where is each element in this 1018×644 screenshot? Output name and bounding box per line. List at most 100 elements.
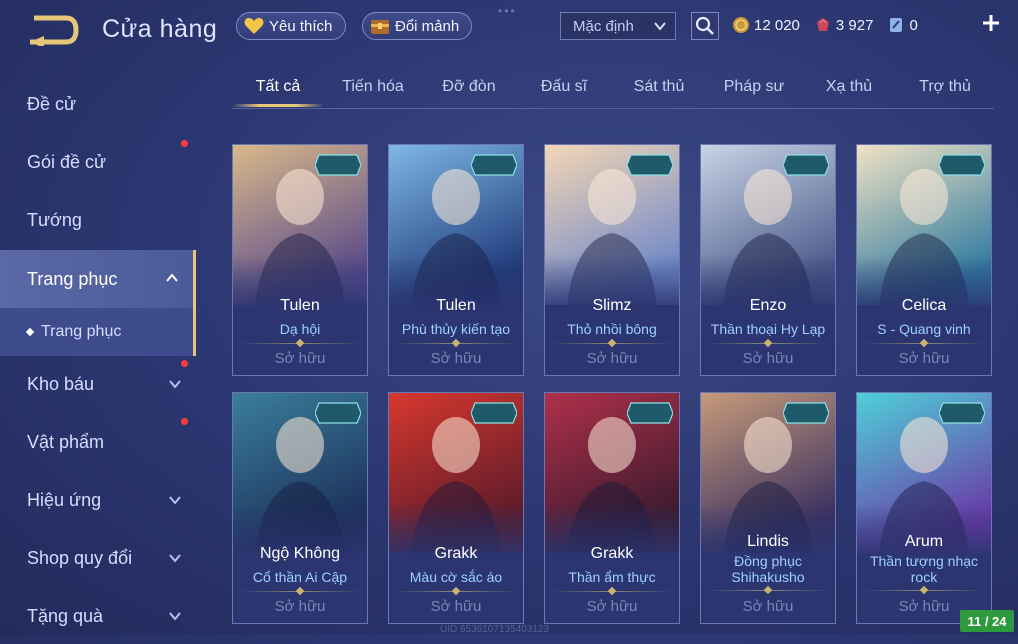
tab-assassin[interactable]: Sát thủ [622,78,696,108]
hero-name: Slimz [592,297,632,314]
sidebar-item-items[interactable]: Vật phẩm [0,414,196,470]
divider [551,591,673,592]
tab-mage[interactable]: Pháp sư [718,78,790,108]
skin-card[interactable]: Lindis Đồng phục Shihakusho Sở hữu [700,392,836,624]
sidebar-item-label: Tặng quà [27,605,104,626]
currency-bar: 12 020 3 927 0 [732,10,1012,40]
sort-dropdown[interactable]: Mặc định [560,12,676,40]
gold-value: 12 020 [754,16,800,34]
skin-card[interactable]: Ngộ Không Cổ thần Ai Cập Sở hữu [232,392,368,624]
active-tab-indicator [232,104,324,107]
hero-name: Grakk [590,545,634,562]
rarity-badge-icon [783,154,829,176]
back-arrow-icon[interactable] [26,14,80,46]
sidebar-item-skins[interactable]: Trang phục [0,250,196,308]
divider [395,343,517,344]
skin-card[interactable]: Grakk Thần ẩm thực Sở hữu [544,392,680,624]
skin-card[interactable]: Slimz Thỏ nhồi bông Sở hữu [544,144,680,376]
divider [551,343,673,344]
divider [707,343,829,344]
skin-card[interactable]: Tulen Dạ hội Sở hữu [232,144,368,376]
sidebar-item-exchange-shop[interactable]: Shop quy đổi [0,530,196,586]
voucher-currency: 0 [887,16,918,34]
sidebar-item-label: Trang phục [27,268,118,289]
sidebar-item-label: Kho báu [27,373,95,394]
trade-fragments-button[interactable]: Đổi mảnh [362,12,472,40]
notification-dot [181,418,188,425]
hero-name: Tulen [280,297,320,314]
bullet-icon [25,327,35,337]
treasure-chest-icon [371,20,389,34]
notification-dot [181,360,188,367]
skin-name: Thần tượng nhạc rock [869,553,979,585]
rarity-badge-icon [471,154,517,176]
hero-name: Tulen [436,297,476,314]
heart-icon [244,17,264,34]
chevron-down-icon [169,380,181,389]
notification-dot [181,140,188,147]
sidebar-item-gifts[interactable]: Tặng quà [0,588,196,644]
skin-card[interactable]: Grakk Màu cờ sắc áo Sở hữu [388,392,524,624]
divider [863,343,985,344]
skin-name: Phù thủy kiến tạo [401,321,511,337]
ruby-value: 3 927 [835,16,874,34]
ownership-status: Sở hữu [274,598,326,615]
divider [707,590,829,591]
skin-card[interactable]: Arum Thần tượng nhạc rock Sở hữu [856,392,992,624]
sidebar-item-effects[interactable]: Hiệu ứng [0,472,196,528]
rarity-badge-icon [939,402,985,424]
tab-support[interactable]: Trợ thủ [908,78,982,108]
ownership-status: Sở hữu [274,350,326,367]
skin-name: Đồng phục Shihakusho [731,553,805,585]
sidebar-subitem-skins[interactable]: Trang phục [0,308,196,356]
sidebar-item-label: Trang phục [41,323,122,340]
search-button[interactable] [691,12,719,40]
hero-name: Celica [901,297,947,314]
ownership-status: Sở hữu [586,350,638,367]
skin-card[interactable]: Celica S - Quang vinh Sở hữu [856,144,992,376]
sidebar-item-label: Tướng [27,209,82,230]
skin-name: Dạ hội [279,321,321,337]
sidebar-item-heroes[interactable]: Tướng [0,192,196,248]
uid-watermark: UID 6536107135403123 [440,624,549,635]
skin-name: Cổ thần Ai Cập [252,569,348,585]
tab-marksman[interactable]: Xạ thủ [812,78,886,108]
gold-coin-icon [733,17,749,33]
ruby-gem-icon [816,18,829,31]
sidebar-item-label: Hiệu ứng [27,489,102,510]
tab-evolution[interactable]: Tiến hóa [334,78,412,108]
rarity-badge-icon [627,402,673,424]
chevron-down-icon [169,612,181,621]
sidebar-item-treasure[interactable]: Kho báu [0,356,196,412]
sidebar-item-recommended[interactable]: Đề cử [0,76,196,132]
trade-label: Đổi mảnh [395,17,460,35]
skin-card[interactable]: Tulen Phù thủy kiến tạo Sở hữu [388,144,524,376]
page-title: Cửa hàng [102,15,218,43]
chevron-down-icon [169,496,181,505]
chevron-up-icon [166,273,178,282]
ruby-currency: 3 927 [814,16,874,34]
skin-name: Màu cờ sắc áo [409,569,503,585]
rarity-badge-icon [471,402,517,424]
sidebar: Đề cử Gói đề cử Tướng Trang phục Trang p… [0,70,196,634]
ownership-status: Sở hữu [742,598,794,615]
ownership-status: Sở hữu [430,598,482,615]
rarity-badge-icon [783,402,829,424]
chevron-down-icon [169,554,181,563]
divider [395,591,517,592]
sidebar-item-recommended-packs[interactable]: Gói đề cử [0,134,196,190]
rarity-badge-icon [939,154,985,176]
hero-name: Arum [904,533,944,550]
plus-icon[interactable] [980,12,1002,34]
divider [863,590,985,591]
rarity-badge-icon [315,402,361,424]
rarity-badge-icon [627,154,673,176]
skin-card[interactable]: Enzo Thần thoại Hy Lạp Sở hữu [700,144,836,376]
sidebar-item-label: Gói đề cử [27,151,107,172]
favorite-button[interactable]: Yêu thích [236,12,346,40]
voucher-value: 0 [909,16,918,34]
gold-currency: 12 020 [732,16,800,34]
tab-tank[interactable]: Đỡ đòn [432,78,506,108]
tab-fighter[interactable]: Đấu sĩ [528,78,600,108]
hero-name: Lindis [747,533,789,550]
